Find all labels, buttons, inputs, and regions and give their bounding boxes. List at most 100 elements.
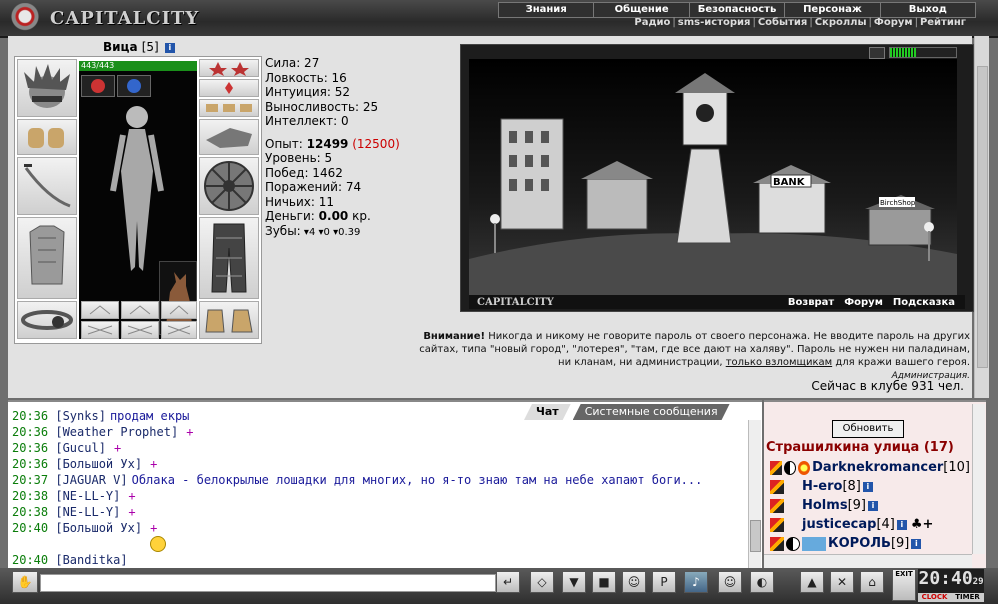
helmet-icon[interactable]: ◐ <box>750 571 774 593</box>
scene-brand: CAPITALCITY <box>477 296 554 308</box>
small-slot[interactable] <box>161 301 197 319</box>
link-hint[interactable]: Подсказка <box>893 297 955 308</box>
chat-nick[interactable]: [Synks] <box>55 409 106 423</box>
bracers-slot[interactable] <box>17 119 77 155</box>
character-nick[interactable]: Вица <box>103 40 138 54</box>
user-list-item[interactable]: Darknekromancer [10] <box>770 458 970 477</box>
chat-input[interactable] <box>40 574 496 592</box>
chat-nick[interactable]: [Weather Prophet] <box>55 425 178 439</box>
armor-slot[interactable] <box>17 217 77 299</box>
chat-nick[interactable]: [Большой Ух] <box>55 521 142 535</box>
user-name[interactable]: Darknekromancer <box>812 460 943 475</box>
exit-button[interactable]: EXIT <box>892 569 916 601</box>
private-message-icon[interactable] <box>770 479 784 494</box>
teeth-a: 4 <box>308 226 316 238</box>
info-icon[interactable]: i <box>896 519 907 530</box>
refresh-button[interactable]: Обновить <box>832 420 904 438</box>
send-icon[interactable]: ↵ <box>496 571 520 593</box>
emote-icon[interactable]: ☺ <box>622 571 646 593</box>
chat-mode-icon[interactable]: ✋ <box>12 571 38 593</box>
submenu-sms-history[interactable]: sms-история <box>676 17 753 29</box>
users-scrollbar[interactable] <box>972 404 985 554</box>
sound-icon[interactable] <box>869 47 885 59</box>
user-name[interactable]: justicecap <box>802 517 876 532</box>
smiley-icon[interactable]: ☺ <box>718 571 742 593</box>
lock-icon[interactable]: ⌂ <box>860 571 884 593</box>
user-name[interactable]: Holms <box>802 498 848 513</box>
main-scrollbar[interactable] <box>974 36 989 398</box>
chat-plus: + <box>113 441 122 455</box>
menu-social[interactable]: Общение <box>594 3 690 17</box>
filter-icon[interactable]: ▼ <box>562 571 586 593</box>
shield-slot[interactable] <box>199 157 259 215</box>
scene-view: BANK BirchShop <box>469 59 957 297</box>
submenu-radio[interactable]: Радио <box>632 17 672 29</box>
menu-character[interactable]: Персонаж <box>785 3 881 17</box>
timer-label[interactable]: TIMER <box>951 593 984 602</box>
boots-slot[interactable] <box>199 301 259 339</box>
music-icon[interactable]: ♪ <box>684 571 708 593</box>
alignment-icon <box>783 460 797 475</box>
user-list-item[interactable]: Holms [9] i <box>770 496 970 515</box>
small-slot[interactable] <box>121 301 159 319</box>
chat-nick[interactable]: [JAGUAR V] <box>55 473 127 487</box>
menu-security[interactable]: Безопасность <box>690 3 786 17</box>
chat-nick[interactable]: [Gucul] <box>55 441 106 455</box>
small-slot[interactable] <box>81 301 119 319</box>
leggings-slot[interactable] <box>199 217 259 299</box>
chat-nick[interactable]: [NE-LL-Y] <box>55 489 120 503</box>
private-message-icon[interactable] <box>770 460 782 475</box>
submenu-scrolls[interactable]: Скроллы <box>813 17 869 29</box>
scroll-thumb[interactable] <box>977 66 988 368</box>
user-name[interactable]: КОРОЛЬ <box>828 536 891 551</box>
small-slot[interactable] <box>121 321 159 339</box>
private-message-icon[interactable] <box>770 536 784 551</box>
weapon-slot[interactable] <box>17 157 77 215</box>
user-list-item[interactable]: justicecap [4] i ♣+ <box>770 515 970 534</box>
info-icon[interactable]: i <box>164 42 175 53</box>
user-list-item[interactable]: КОРОЛЬ [9] i <box>770 534 970 553</box>
menu-knowledge[interactable]: Знания <box>499 3 595 17</box>
helmet-slot[interactable] <box>17 59 77 117</box>
info-icon[interactable]: i <box>911 538 922 549</box>
scroll-thumb[interactable] <box>750 520 761 552</box>
private-message-icon[interactable] <box>770 498 784 513</box>
clear-icon[interactable]: ◇ <box>530 571 554 593</box>
main-panel: Вица [5] i 443/443 Сила: 27 Ловкость: 16… <box>8 36 974 398</box>
chat-nick[interactable]: [Большой Ух] <box>55 457 142 471</box>
info-icon[interactable]: i <box>867 500 878 511</box>
user-list-item[interactable]: H-ero [8] i <box>770 477 970 496</box>
belt-slot[interactable] <box>17 301 77 339</box>
earrings-slot[interactable] <box>199 59 259 77</box>
small-slot[interactable] <box>81 321 119 339</box>
add-friend-icon[interactable]: ♣+ <box>911 517 934 532</box>
user-name[interactable]: H-ero <box>802 479 842 494</box>
small-slot[interactable] <box>161 321 197 339</box>
stat-endurance: Выносливость: 25 <box>265 99 379 114</box>
gloves-slot[interactable] <box>199 119 259 155</box>
menu-exit[interactable]: Выход <box>881 3 975 17</box>
tab-chat[interactable]: Чат <box>524 404 571 420</box>
city-buildings-icon[interactable]: BANK BirchShop <box>469 59 957 297</box>
link-forum[interactable]: Форум <box>844 297 883 308</box>
chat-nick[interactable]: [NE-LL-Y] <box>55 505 120 519</box>
amulet-slot[interactable] <box>199 79 259 97</box>
rings-slot[interactable] <box>199 99 259 117</box>
info-icon[interactable]: i <box>862 481 873 492</box>
link-return[interactable]: Возврат <box>788 297 834 308</box>
submenu-forum[interactable]: Форум <box>872 17 915 29</box>
save-log-icon[interactable]: ■ <box>592 571 616 593</box>
inventory-icon[interactable]: ▲ <box>800 571 824 593</box>
private-message-icon[interactable] <box>770 517 784 532</box>
tab-system-messages[interactable]: Системные сообщения <box>573 404 730 420</box>
chat-scrollbar[interactable] <box>748 420 761 568</box>
experience-next: (12500) <box>352 136 400 151</box>
battle-icon[interactable]: ✕ <box>830 571 854 593</box>
clock-label[interactable]: CLOCK <box>918 593 951 602</box>
chat-nick[interactable]: [Banditka] <box>55 553 127 567</box>
private-icon[interactable]: P <box>652 571 676 593</box>
users-horizontal-scrollbar[interactable] <box>764 554 972 569</box>
submenu-events[interactable]: События <box>756 17 809 29</box>
submenu-rating[interactable]: Рейтинг <box>918 17 968 29</box>
chat-line: 20:38 [NE-LL-Y] + <box>12 504 742 520</box>
